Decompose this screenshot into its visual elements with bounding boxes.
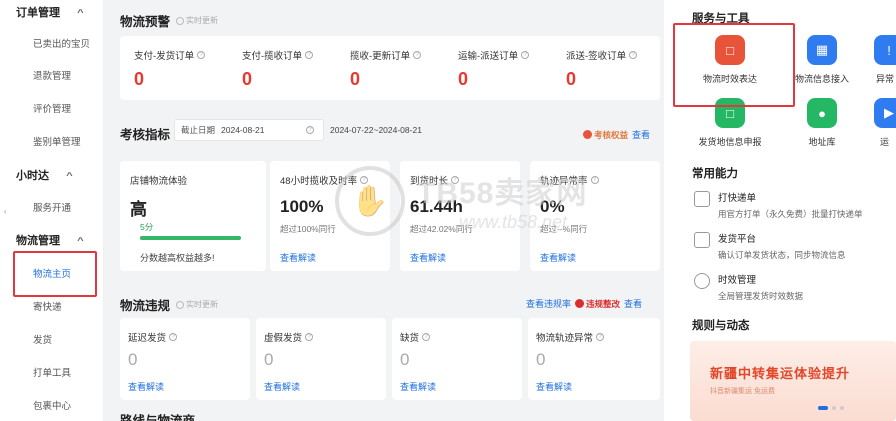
kpi-benefit-badge[interactable]: 考核权益 [583,129,628,141]
violation-interpret-link[interactable]: 查看解读 [128,380,164,393]
rules-title: 规则与动态 [692,320,750,332]
help-icon[interactable]: ? [451,176,460,184]
help-icon[interactable]: ? [197,51,206,59]
badge-icon [583,130,592,139]
ability-print-waybill[interactable]: 打快递单 用官方打单（永久免费）批量打快递单 [694,190,863,220]
clock-icon [176,300,185,309]
help-icon[interactable]: ? [521,51,530,59]
sidebar-item-ship[interactable]: 发货 [33,332,52,346]
tool-abnormal[interactable]: ! 异常 [860,35,896,85]
clock-icon [176,16,185,25]
help-icon[interactable]: ? [360,176,369,184]
kpi-interpret-link[interactable]: 查看解读 [280,251,316,264]
violation-view-link[interactable]: 查看 [624,297,642,310]
violations-title: 物流违规 实时更新 [120,299,219,313]
logistics-home-page: 订单管理 ^ 已卖出的宝贝 退款管理 评价管理 鉴别单管理 小时达 ^ 服务开通 ‹… [0,0,896,421]
printer-icon [694,191,710,207]
kpi-card-pickup-rate[interactable]: 48小时揽收及时率? 100% 超过100%同行 查看解读 [270,161,390,271]
routes-title: 路线与物流商 [120,414,196,421]
tool-transport[interactable]: ▶ 运 [860,98,896,148]
badge-icon [575,299,585,308]
deadline-date-picker[interactable]: 截止日期 2024-08-21 [174,119,324,141]
sidebar-group-hourly[interactable]: 小时达 ^ [16,167,73,183]
kpi-interpret-link[interactable]: 查看解读 [410,251,446,264]
help-icon[interactable]: ? [590,176,599,184]
help-icon[interactable]: ? [596,333,605,341]
help-icon[interactable]: ? [305,333,314,341]
alerts-title: 物流预警 实时更新 [120,15,219,29]
rules-banner[interactable]: 新疆中转集运体验提升 抖音新疆集运 免运费 [690,341,896,421]
help-icon[interactable]: ? [413,51,422,59]
kpi-card-track-abnormal[interactable]: 轨迹异常率? 0% 超过--%同行 查看解读 [530,161,660,271]
violation-rate-link[interactable]: 查看违规率 [526,297,571,310]
violation-interpret-link[interactable]: 查看解读 [536,380,572,393]
violation-card-fake[interactable]: 虚假发货? 0 查看解读 [256,318,386,400]
chevron-up-icon: ^ [77,235,84,245]
alert-metric[interactable]: 支付-发货订单? 0 [134,48,244,90]
kpi-card-experience[interactable]: 店铺物流体验 高 5分 分数越高权益越多! [120,161,266,271]
highlight-box [673,23,795,107]
sidebar-item-review[interactable]: 评价管理 [33,101,71,115]
truck-outline-icon [694,232,710,248]
sidebar-item-service-open[interactable]: 服务开通 [33,200,71,214]
highlight-box [13,251,97,297]
alert-metric[interactable]: 派送-签收订单? 0 [566,48,676,90]
help-icon[interactable]: ? [306,126,314,134]
chevron-up-icon: ^ [77,7,84,17]
alert-icon: ! [874,35,896,65]
chart-doc-icon: ▦ [807,35,837,65]
alert-metric[interactable]: 运输-派送订单? 0 [458,48,568,90]
sidebar-group-orders[interactable]: 订单管理 ^ [16,4,84,20]
help-icon[interactable]: ? [305,51,314,59]
sidebar-group-logistics[interactable]: 物流管理 ^ [16,232,84,248]
main-content: 物流预警 实时更新 支付-发货订单? 0 支付-揽收订单? 0 揽收-更新订单? 0 … [104,0,664,421]
alert-metric[interactable]: 支付-揽收订单? 0 [242,48,352,90]
clock-icon [694,273,710,289]
sidebar-item-refund[interactable]: 退款管理 [33,68,71,82]
sidebar-item-sold[interactable]: 已卖出的宝贝 [33,36,90,50]
ability-timeliness[interactable]: 时效管理 全局管理发货时效数据 [694,272,803,302]
sidebar-item-print-tool[interactable]: 打单工具 [33,365,71,379]
kpi-view-link[interactable]: 查看 [632,128,650,141]
location-pin-icon: ● [807,98,837,128]
sidebar-item-send-express[interactable]: 寄快递 [33,299,62,313]
alert-metric[interactable]: 揽收-更新订单? 0 [350,48,460,90]
abilities-title: 常用能力 [692,168,738,180]
violation-interpret-link[interactable]: 查看解读 [400,380,436,393]
violation-fix-badge[interactable]: 违规整改 [575,298,620,310]
experience-progress-bar [140,236,241,240]
date-range: 2024-07-22~2024-08-21 [330,125,422,135]
violation-card-track[interactable]: 物流轨迹异常? 0 查看解读 [528,318,660,400]
kpi-interpret-link[interactable]: 查看解读 [540,251,576,264]
help-icon[interactable]: ? [422,333,431,341]
kpi-title: 考核指标 [120,128,171,142]
chevron-up-icon: ^ [66,170,73,180]
carousel-dots[interactable] [818,406,844,410]
kpi-card-arrival-time[interactable]: 到货时长? 61.44h 超过42.02%同行 查看解读 [400,161,520,271]
help-icon[interactable]: ? [169,333,178,341]
sidebar-item-identify[interactable]: 鉴别单管理 [33,134,81,148]
truck-icon: ▶ [874,98,896,128]
violation-card-stockout[interactable]: 缺货? 0 查看解读 [392,318,522,400]
collapse-handle-icon[interactable]: ‹ [4,207,7,216]
ability-ship-platform[interactable]: 发货平台 确认订单发货状态，同步物流信息 [694,231,846,261]
alerts-card: 支付-发货订单? 0 支付-揽收订单? 0 揽收-更新订单? 0 运输-派送订单? 0 … [120,36,660,100]
violation-interpret-link[interactable]: 查看解读 [264,380,300,393]
violation-card-delay[interactable]: 延迟发货? 0 查看解读 [120,318,250,400]
help-icon[interactable]: ? [629,51,638,59]
sidebar: 订单管理 ^ 已卖出的宝贝 退款管理 评价管理 鉴别单管理 小时达 ^ 服务开通 ‹… [0,0,104,421]
progress-fill [140,236,241,240]
sidebar-item-package-center[interactable]: 包裹中心 [33,398,71,412]
